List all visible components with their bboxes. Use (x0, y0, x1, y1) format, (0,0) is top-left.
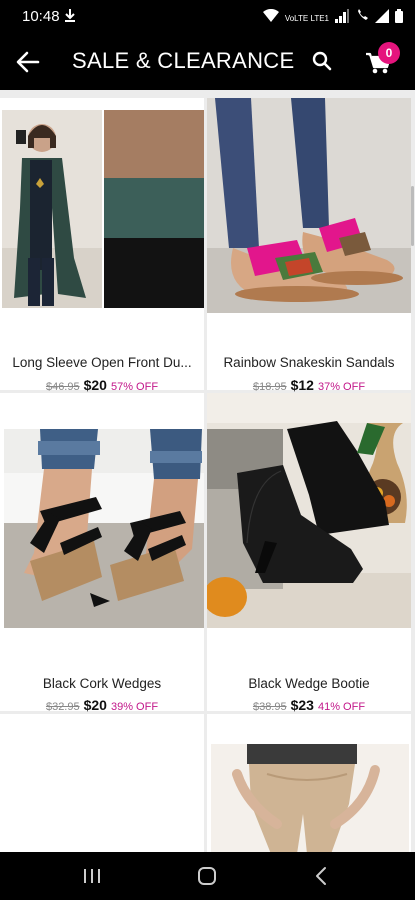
network-label: VoLTE LTE1 (284, 13, 329, 23)
product-image-loading[interactable] (0, 714, 204, 852)
product-discount: 37% OFF (317, 381, 366, 393)
product-name[interactable]: Black Wedge Bootie (207, 676, 411, 691)
product-old-price: $38.95 (252, 701, 287, 713)
product-image-leggings[interactable] (207, 714, 411, 852)
search-icon[interactable] (310, 49, 334, 73)
product-discount: 57% OFF (110, 381, 159, 393)
wifi-icon (262, 8, 279, 28)
product-old-price: $32.95 (45, 701, 80, 713)
back-icon[interactable] (310, 864, 334, 888)
product-image-cork-wedges[interactable] (0, 393, 204, 628)
product-card[interactable]: Black Cork Wedges $32.95 $20 39% OFF (0, 393, 204, 713)
product-price: $23 (290, 697, 314, 713)
product-price: $12 (290, 377, 314, 393)
product-price: $20 (83, 697, 107, 713)
product-image-wedge-bootie[interactable] (207, 393, 411, 628)
battery-icon (395, 9, 403, 28)
signal-icon (335, 9, 349, 28)
product-name[interactable]: Rainbow Snakeskin Sandals (207, 355, 411, 370)
status-icons: VoLTE LTE1 (262, 8, 403, 28)
product-discount: 41% OFF (317, 701, 366, 713)
product-name[interactable]: Black Cork Wedges (0, 676, 204, 691)
product-image-cardigan[interactable] (0, 98, 204, 313)
status-time: 10:48 (22, 8, 60, 25)
product-name[interactable]: Long Sleeve Open Front Du... (0, 355, 204, 370)
cart-count-badge: 0 (378, 42, 400, 64)
call-wifi-icon (355, 9, 369, 28)
product-old-price: $46.95 (45, 381, 80, 393)
product-price-row: $32.95 $20 39% OFF (0, 697, 204, 715)
page-title: SALE & CLEARANCE (72, 48, 295, 73)
product-grid: Long Sleeve Open Front Du... $46.95 $20 57… (0, 90, 415, 852)
product-card[interactable] (207, 714, 411, 852)
arrow-left-icon[interactable] (14, 48, 42, 76)
product-card[interactable]: Long Sleeve Open Front Du... $46.95 $20 57… (0, 98, 204, 393)
home-icon[interactable] (195, 864, 219, 888)
status-bar: 10:48 VoLTE LTE1 (0, 0, 415, 34)
product-price: $20 (83, 377, 107, 393)
product-card[interactable] (0, 714, 204, 852)
recent-apps-icon[interactable] (80, 864, 104, 888)
product-price-row: $38.95 $23 41% OFF (207, 697, 411, 715)
signal-icon-2 (375, 9, 389, 28)
product-card[interactable]: Black Wedge Bootie $38.95 $23 41% OFF (207, 393, 411, 713)
product-discount: 39% OFF (110, 701, 159, 713)
product-card[interactable]: Rainbow Snakeskin Sandals $18.95 $12 37% O… (207, 98, 411, 393)
scrollbar[interactable] (411, 186, 414, 246)
system-nav-bar (0, 852, 415, 900)
app-header: SALE & CLEARANCE 0 (0, 34, 415, 90)
download-icon (64, 9, 76, 28)
product-old-price: $18.95 (252, 381, 287, 393)
product-image-sandals[interactable] (207, 98, 411, 313)
